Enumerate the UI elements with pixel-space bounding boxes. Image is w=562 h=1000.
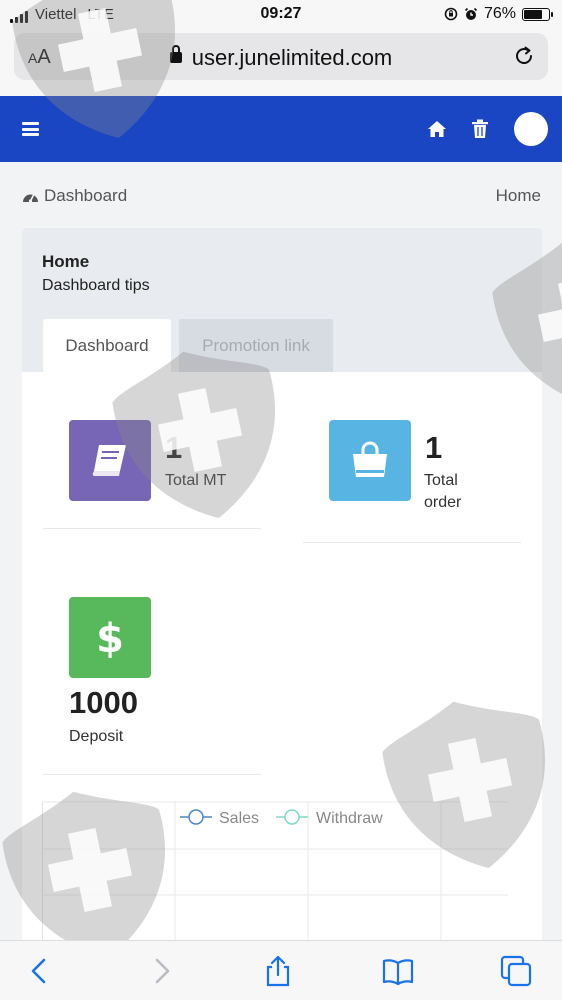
home-icon[interactable] [427,120,447,138]
bookmarks-icon[interactable] [382,955,414,987]
legend-withdraw-label: Withdraw [316,810,383,827]
total-order-tile [329,420,411,501]
book-icon [92,444,126,476]
shopping-bag-icon [353,441,387,477]
forward-icon[interactable] [145,955,177,987]
dashboard-card: Home Dashboard tips Dashboard Promotion … [22,228,542,948]
battery-percentage: 76% [483,5,516,22]
deposit-label: Deposit [69,728,124,745]
deposit-value: 1000 [69,685,138,720]
dashboard-gauge-icon [23,194,38,203]
tabs-icon[interactable] [500,955,532,987]
trash-icon[interactable] [471,119,489,139]
browser-address-area: AA user.junelimited.com [0,30,562,96]
dollar-icon: $ [96,616,124,660]
total-order-value: 1 [425,430,443,465]
address-bar[interactable]: AA user.junelimited.com [14,33,548,80]
legend-marker-icon [284,809,300,825]
sales-withdraw-chart: Sales Withdraw [42,801,508,948]
reload-icon[interactable] [512,44,536,68]
divider [43,528,261,529]
ios-status-bar: Viettel LTE 09:27 76% [0,0,562,30]
card-header: Home Dashboard tips Dashboard Promotion … [22,228,542,372]
divider [303,542,521,543]
svg-text:$: $ [96,616,124,660]
menu-icon[interactable] [22,122,39,136]
screen-rotation-lock-icon [444,7,458,21]
url-text: user.junelimited.com [191,45,393,70]
breadcrumb-section[interactable]: Dashboard [44,186,127,206]
tab-promotion-link[interactable]: Promotion link [179,319,333,372]
total-order-label: Total order [424,472,462,511]
total-mt-tile [69,420,151,501]
breadcrumb-current[interactable]: Home [496,186,541,206]
alarm-clock-icon [464,7,478,20]
total-mt-value: 1 [165,430,183,465]
tab-dashboard[interactable]: Dashboard [43,319,171,372]
legend-marker-icon [188,809,204,825]
legend-sales-label: Sales [219,810,259,827]
lock-icon [169,45,182,63]
divider [43,774,261,775]
page-title: Home [42,252,90,271]
legend-withdraw[interactable]: Withdraw [276,809,383,827]
legend-sales[interactable]: Sales [180,809,259,827]
battery-icon [522,7,553,21]
url-display[interactable]: user.junelimited.com [14,45,548,71]
share-icon[interactable] [262,955,294,987]
total-mt-label: Total MT [165,472,227,489]
browser-toolbar [0,940,562,1000]
app-header [0,96,562,162]
breadcrumb: Dashboard [22,186,127,206]
avatar[interactable] [514,112,548,146]
deposit-tile: $ [69,597,151,678]
page-subtitle: Dashboard tips [42,277,150,294]
back-icon[interactable] [24,955,56,987]
